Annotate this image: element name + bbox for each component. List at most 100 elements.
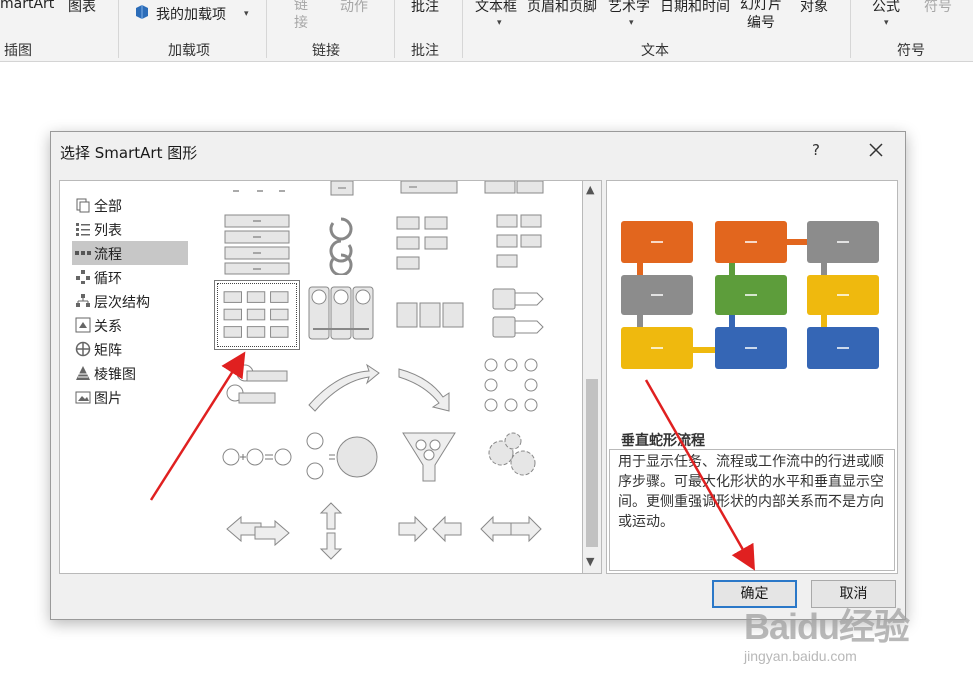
my-addins-button[interactable]: 我的加载项 (156, 4, 226, 24)
wordart-button[interactable]: 艺术字 (608, 0, 650, 16)
ribbon: martArt 图表 插图 我的加载项 ▾ 加载项 链 接 动作 链接 批注 批… (0, 0, 973, 62)
preview-diagram (621, 221, 879, 369)
layout-description: 用于显示任务、流程或工作流中的行进或顺序步骤。可最大化形状的水平和垂直显示空间。… (609, 449, 895, 571)
connector (637, 313, 643, 329)
group-links: 链接 (312, 43, 340, 59)
layout-thumbnail[interactable] (217, 355, 297, 419)
layout-thumbnail[interactable] (217, 499, 297, 563)
divider (266, 0, 267, 58)
layout-thumbnail[interactable] (217, 427, 297, 491)
object-button[interactable]: 对象 (800, 0, 828, 16)
group-illustrations: 插图 (4, 43, 32, 59)
layout-thumbnail-vertical-snake[interactable] (214, 280, 300, 350)
layout-thumbnail[interactable] (389, 180, 469, 199)
action-button[interactable]: 动作 (340, 0, 368, 16)
preview-pane: 垂直蛇形流程 用于显示任务、流程或工作流中的行进或顺序步骤。可最大化形状的水平和… (606, 180, 898, 574)
pyramid-icon (76, 366, 90, 380)
watermark-url: jingyan.baidu.com (744, 648, 857, 664)
layout-thumbnail[interactable] (389, 211, 469, 275)
smartart-dialog: 选择 SmartArt 图形 ? 全部 列表 流程 循环 层次结构 关系 矩阵 … (50, 131, 906, 620)
layout-thumbnail[interactable] (471, 355, 551, 419)
matrix-icon (75, 341, 91, 357)
layout-thumbnail[interactable] (471, 180, 551, 199)
layout-thumbnail[interactable] (301, 427, 381, 491)
category-label: 图片 (94, 391, 122, 407)
category-label: 层次结构 (94, 295, 150, 311)
layout-name: 垂直蛇形流程 (621, 433, 705, 449)
watermark-logo: Baidu经验 (744, 606, 910, 647)
layout-thumbnail[interactable] (471, 211, 551, 275)
layout-thumbnail[interactable] (301, 499, 381, 563)
layout-thumbnail[interactable] (389, 355, 469, 419)
category-relationship[interactable]: 关系 (72, 313, 188, 337)
divider (850, 0, 851, 58)
layout-thumbnail[interactable] (471, 499, 551, 563)
smartart-button[interactable]: martArt (0, 0, 54, 12)
category-label: 棱锥图 (94, 367, 136, 383)
layout-thumbnail[interactable] (301, 211, 381, 275)
gallery-scrollbar[interactable]: ▲ ▼ (582, 180, 602, 574)
relationship-icon (75, 317, 91, 333)
help-button[interactable]: ? (812, 141, 820, 159)
layout-thumbnail[interactable] (389, 427, 469, 491)
layout-thumbnail[interactable] (471, 283, 551, 347)
category-label: 列表 (94, 223, 122, 239)
layout-thumbnail[interactable] (217, 211, 297, 275)
all-icon (76, 198, 90, 213)
textbox-button[interactable]: 文本框 (475, 0, 517, 16)
chevron-down-icon[interactable]: ▾ (497, 18, 502, 28)
chevron-up-icon[interactable]: ▲ (586, 183, 594, 196)
layout-thumbnail[interactable] (301, 283, 381, 347)
dialog-title: 选择 SmartArt 图形 (60, 144, 198, 162)
layout-thumbnail[interactable] (301, 355, 381, 419)
category-label: 流程 (94, 247, 122, 263)
divider (118, 0, 119, 58)
category-label: 循环 (94, 271, 122, 287)
comment-button[interactable]: 批注 (411, 0, 439, 16)
connector (637, 261, 643, 277)
chart-button[interactable]: 图表 (68, 0, 96, 16)
category-cycle[interactable]: 循环 (72, 265, 188, 289)
close-icon[interactable] (866, 140, 886, 160)
connector (821, 261, 827, 277)
chevron-down-icon[interactable]: ▼ (586, 555, 594, 568)
scroll-thumb[interactable] (586, 379, 598, 547)
layout-thumbnail[interactable] (389, 499, 469, 563)
chevron-down-icon[interactable]: ▾ (244, 9, 249, 19)
picture-icon (75, 391, 91, 404)
divider (394, 0, 395, 58)
category-label: 关系 (94, 319, 122, 335)
equation-button[interactable]: 公式 (872, 0, 900, 16)
symbol-button[interactable]: 符号 (924, 0, 952, 16)
store-icon (136, 5, 148, 19)
group-addins: 加载项 (168, 43, 210, 59)
layout-thumbnail[interactable] (301, 180, 381, 199)
layout-thumbnail[interactable] (389, 283, 469, 347)
chevron-down-icon[interactable]: ▾ (884, 18, 889, 28)
divider (462, 0, 463, 58)
header-footer-button[interactable]: 页眉和页脚 (527, 0, 597, 16)
category-pyramid[interactable]: 棱锥图 (72, 361, 188, 385)
layout-thumbnail[interactable] (217, 180, 297, 199)
process-icon (75, 251, 91, 255)
layout-thumbnail[interactable] (471, 427, 551, 491)
connector (821, 313, 827, 329)
datetime-button[interactable]: 日期和时间 (660, 0, 730, 16)
link-button[interactable]: 链 接 (294, 0, 308, 32)
category-label: 矩阵 (94, 343, 122, 359)
category-list-type[interactable]: 列表 (72, 217, 188, 241)
category-all[interactable]: 全部 (72, 193, 188, 217)
category-list: 全部 列表 流程 循环 层次结构 关系 矩阵 棱锥图 图片 (59, 180, 200, 574)
list-icon (76, 223, 90, 236)
category-label: 全部 (94, 199, 122, 215)
layout-gallery (199, 180, 602, 574)
connector (729, 261, 735, 277)
chevron-down-icon[interactable]: ▾ (629, 18, 634, 28)
category-process[interactable]: 流程 (72, 241, 188, 265)
category-matrix[interactable]: 矩阵 (72, 337, 188, 361)
category-picture[interactable]: 图片 (72, 385, 188, 409)
category-hierarchy[interactable]: 层次结构 (72, 289, 188, 313)
hierarchy-icon (76, 294, 90, 307)
group-symbols: 符号 (897, 43, 925, 59)
slide-number-button[interactable]: 幻灯片 编号 (740, 0, 782, 32)
